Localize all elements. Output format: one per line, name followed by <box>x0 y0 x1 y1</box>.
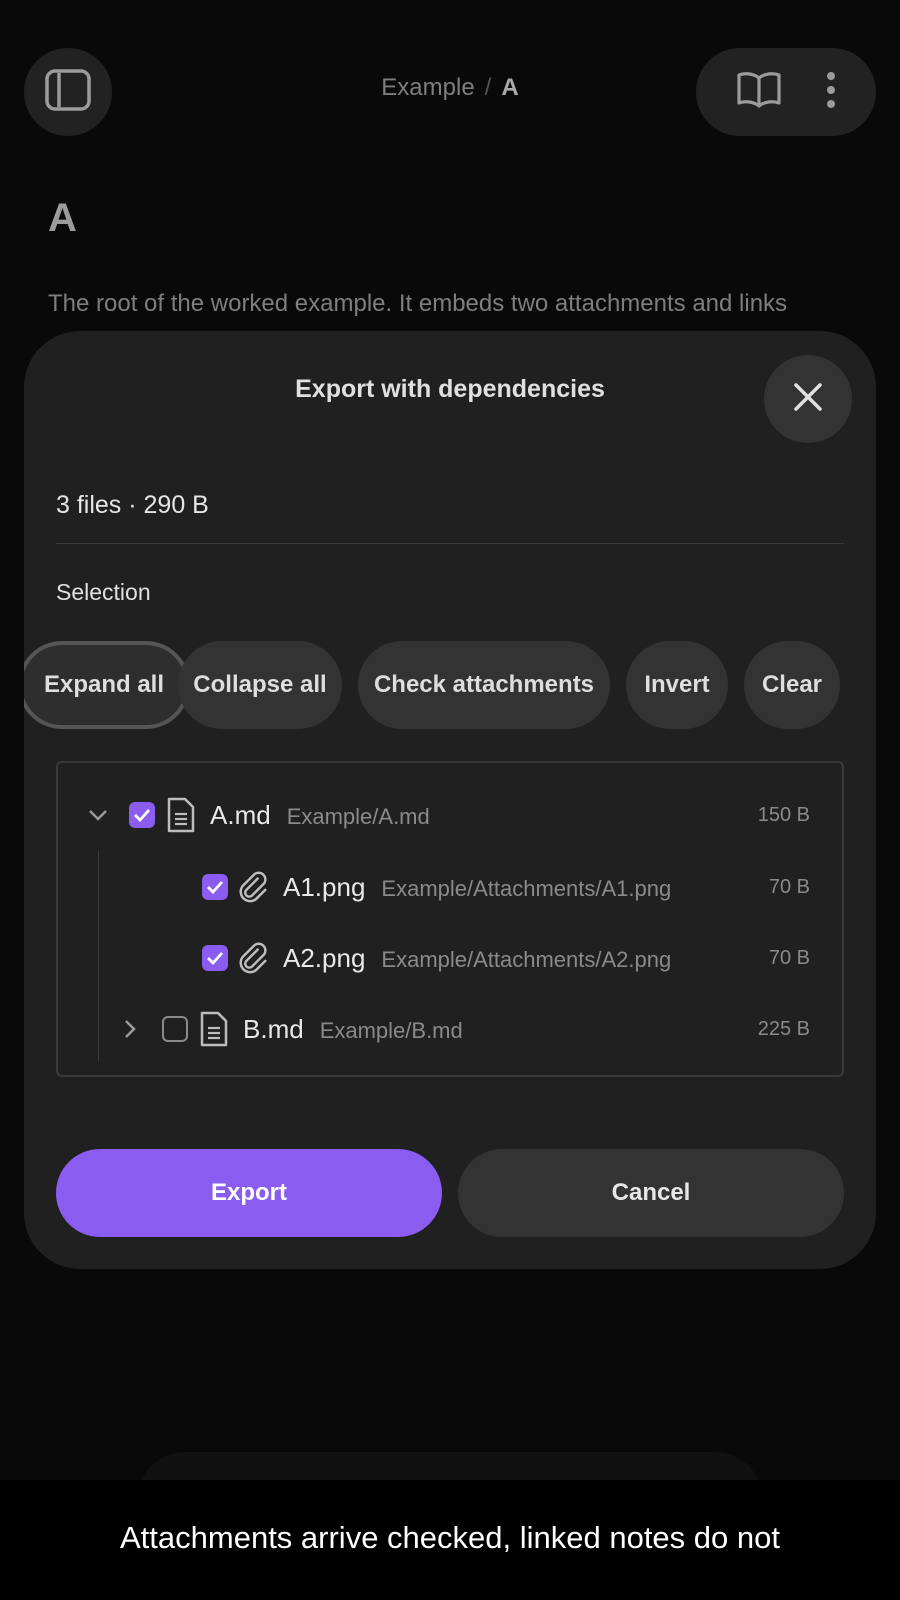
file-path: Example/Attachments/A2.png <box>381 946 672 972</box>
file-name: A.md <box>210 799 271 830</box>
cancel-button[interactable]: Cancel <box>458 1149 844 1237</box>
chevron-right-icon[interactable] <box>116 1015 144 1043</box>
file-size: 150 B <box>757 803 810 826</box>
file-path: Example/Attachments/A1.png <box>381 875 672 901</box>
tree-item-label: A2.png Example/Attachments/A2.png <box>283 943 671 974</box>
expand-all-button[interactable]: Expand all <box>24 641 190 729</box>
file-tree: A.md Example/A.md 150 B A1.png Example/Att… <box>56 761 844 1077</box>
file-path: Example/B.md <box>319 1017 463 1043</box>
file-name: A1.png <box>283 871 366 902</box>
file-size: 70 B <box>768 946 810 969</box>
dialog-title: Export with dependencies <box>295 375 605 403</box>
export-dialog: Export with dependencies 3 files · 290 B… <box>24 331 876 1269</box>
checkbox-a2-png[interactable] <box>202 945 228 971</box>
file-icon <box>164 796 198 834</box>
tree-item-label: A1.png Example/Attachments/A1.png <box>283 872 671 903</box>
invert-button[interactable]: Invert <box>626 641 728 729</box>
file-size: 70 B <box>768 875 810 898</box>
chevron-down-icon[interactable] <box>84 801 112 829</box>
export-button[interactable]: Export <box>56 1149 442 1237</box>
collapse-all-button[interactable]: Collapse all <box>178 641 342 729</box>
close-icon <box>793 382 823 417</box>
checkbox-b-md[interactable] <box>162 1016 188 1042</box>
check-attachments-button[interactable]: Check attachments <box>358 641 610 729</box>
paperclip-icon <box>236 939 270 977</box>
checkbox-a1-png[interactable] <box>202 874 228 900</box>
file-icon <box>197 1010 231 1048</box>
caption-text: Attachments arrive checked, linked notes… <box>0 1480 900 1600</box>
section-label: Selection <box>56 579 151 605</box>
clear-button[interactable]: Clear <box>744 641 840 729</box>
tree-row-a1-png[interactable]: A1.png Example/Attachments/A1.png 70 B <box>58 857 842 917</box>
tree-item-label: B.md Example/B.md <box>243 1014 463 1045</box>
tree-row-b-md[interactable]: B.md Example/B.md 225 B <box>58 999 842 1059</box>
checkbox-a-md[interactable] <box>129 802 155 828</box>
divider <box>56 543 844 544</box>
file-path: Example/A.md <box>286 803 430 829</box>
close-button[interactable] <box>764 355 852 443</box>
selection-chips: Expand all Collapse all Check attachment… <box>24 641 876 731</box>
export-summary: 3 files · 290 B <box>56 491 209 519</box>
file-name: A2.png <box>283 942 366 973</box>
tree-row-a-md[interactable]: A.md Example/A.md 150 B <box>58 785 842 845</box>
tree-row-a2-png[interactable]: A2.png Example/Attachments/A2.png 70 B <box>58 928 842 988</box>
paperclip-icon <box>236 868 270 906</box>
file-name: B.md <box>243 1013 304 1044</box>
tree-item-label: A.md Example/A.md <box>210 800 430 831</box>
file-size: 225 B <box>757 1017 810 1040</box>
